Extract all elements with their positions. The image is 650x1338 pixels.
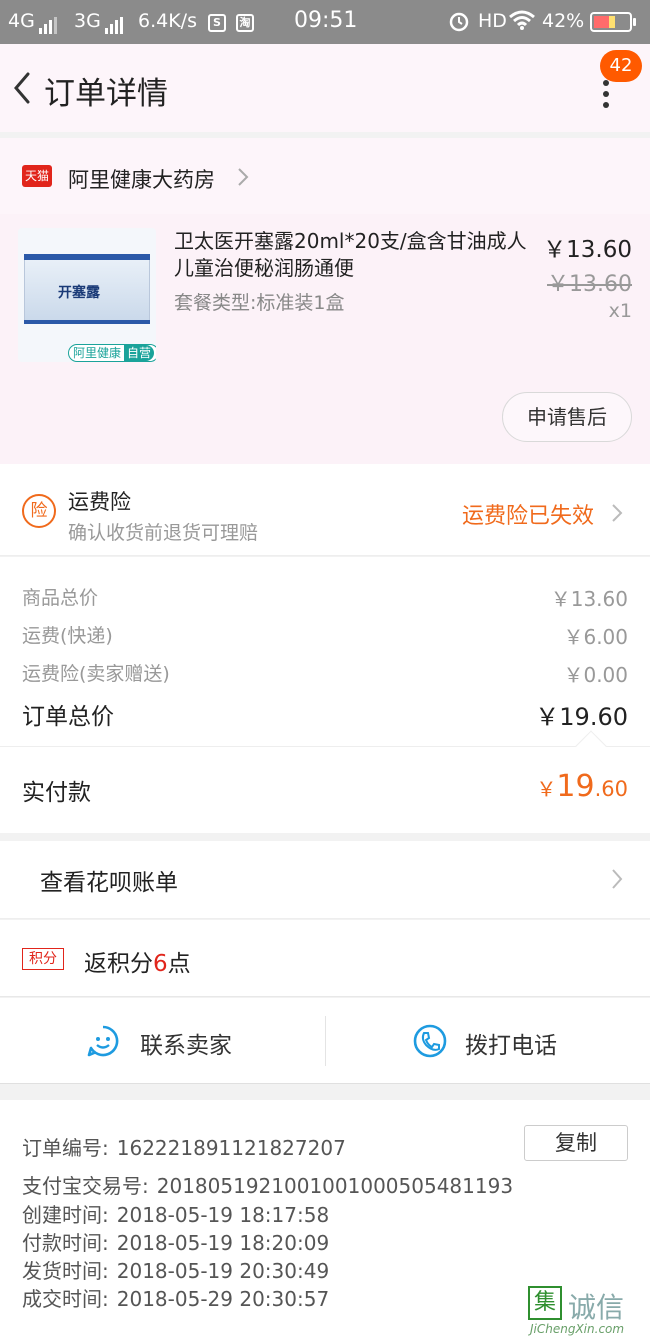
status-bar: 4G 3G 6.4K/s S 淘 09:51 HD 42%: [0, 0, 650, 44]
points-suffix: 点: [167, 951, 191, 977]
back-arrow-icon[interactable]: [10, 68, 34, 108]
huabei-bill-label[interactable]: 查看花呗账单: [40, 863, 178, 897]
page-header: 订单详情: [0, 44, 650, 132]
signal-icon: [104, 12, 125, 34]
actual-payment-label: 实付款: [22, 780, 91, 806]
created-time-row: 创建时间: 2018-05-19 18:17:58: [22, 1199, 329, 1228]
info-value: 162221891121827207: [116, 1136, 346, 1160]
info-label: 发货时间:: [22, 1259, 109, 1283]
actual-payment-row: 实付款 ￥19.60: [0, 730, 650, 833]
insurance-subtitle: 确认收货前退货可理赔: [68, 522, 259, 544]
chevron-right-icon[interactable]: [610, 502, 624, 524]
self-operated-tag-label: 阿里健康: [73, 346, 122, 360]
call-phone-label[interactable]: 拨打电话: [465, 1026, 557, 1060]
info-label: 订单编号:: [22, 1136, 109, 1160]
sync-icon: S: [208, 10, 226, 32]
product-item[interactable]: 开塞露 阿里健康 自营 卫太医开塞露20ml*20支/盒含甘油成人儿童治便秘润肠通…: [0, 214, 650, 464]
chevron-right-icon[interactable]: [236, 166, 250, 188]
watermark-logo: 集 诚信 JiChengXin.com: [528, 1286, 646, 1338]
chevron-right-icon[interactable]: [610, 867, 624, 891]
alipay-trade-row: 支付宝交易号: 2018051921001001000505481193: [22, 1170, 513, 1199]
points-row: 积分 返积分6点: [0, 920, 650, 997]
watermark-text: 诚信: [568, 1291, 625, 1324]
summary-label: 运费(快递): [22, 625, 113, 647]
info-value: 2018-05-19 20:30:49: [116, 1259, 330, 1283]
chat-icon: [87, 1025, 119, 1057]
network-3g: 3G: [74, 10, 125, 34]
info-value: 2018-05-19 18:20:09: [116, 1231, 330, 1255]
network-4g: 4G: [8, 10, 59, 34]
alarm-icon: [448, 10, 470, 37]
battery-percent: 42%: [542, 10, 585, 32]
completed-time-row: 成交时间: 2018-05-29 20:30:57: [22, 1283, 329, 1312]
page-title: 订单详情: [44, 76, 168, 112]
tmall-icon: 天猫: [22, 165, 52, 187]
amount-integer: 19: [556, 769, 595, 804]
contact-seller-button[interactable]: 联系卖家: [0, 998, 325, 1084]
paid-time-row: 付款时间: 2018-05-19 18:20:09: [22, 1227, 329, 1256]
info-value: 2018051921001001000505481193: [156, 1174, 514, 1198]
message-badge[interactable]: 42: [600, 50, 642, 82]
summary-value: ￥6.00: [563, 625, 628, 649]
huabei-bill-row[interactable]: 查看花呗账单: [0, 841, 650, 919]
battery-icon: [590, 12, 636, 32]
product-price: ￥13.60: [543, 237, 632, 263]
product-image[interactable]: 开塞露 阿里健康 自营: [18, 228, 156, 362]
order-card: 天猫 阿里健康大药房 开塞露 阿里健康 自营 卫太医开塞露20ml*20支/盒含甘…: [0, 138, 650, 464]
phone-icon: [413, 1024, 447, 1058]
contact-bar: 联系卖家 拨打电话: [0, 998, 650, 1084]
points-prefix: 返积分: [84, 951, 153, 977]
more-menu-icon[interactable]: [596, 80, 616, 120]
watermark-url: JiChengXin.com: [530, 1322, 625, 1336]
order-number-row: 订单编号: 162221891121827207: [22, 1132, 346, 1161]
insurance-icon: 险: [22, 494, 56, 528]
watermark-glyph: 集: [528, 1286, 562, 1320]
info-label: 付款时间:: [22, 1231, 109, 1255]
signal-icon: [38, 12, 59, 34]
summary-value: ￥13.60: [550, 587, 628, 611]
taobao-icon: 淘: [236, 10, 254, 32]
clock: 09:51: [294, 8, 358, 33]
insurance-status[interactable]: 运费险已失效: [462, 498, 594, 530]
currency-symbol: ￥: [536, 777, 557, 801]
order-total-value: ￥19.60: [535, 703, 628, 731]
insurance-title: 运费险: [68, 490, 131, 514]
after-sale-button[interactable]: 申请售后: [502, 392, 632, 442]
network-speed: 6.4K/s: [138, 10, 197, 32]
network-3g-label: 3G: [74, 10, 101, 32]
summary-label: 商品总价: [22, 587, 99, 609]
shipped-time-row: 发货时间: 2018-05-19 20:30:49: [22, 1255, 329, 1284]
points-text: 返积分6点: [84, 944, 191, 978]
info-label: 成交时间:: [22, 1287, 109, 1311]
contact-seller-label[interactable]: 联系卖家: [140, 1026, 232, 1060]
points-number: 6: [153, 951, 168, 977]
summary-label: 运费险(卖家赠送): [22, 663, 170, 685]
shipping-insurance-row[interactable]: 险 运费险 确认收货前退货可理赔 运费险已失效: [0, 464, 650, 556]
network-4g-label: 4G: [8, 10, 35, 32]
self-operated-tag-suffix: 自营: [124, 345, 155, 361]
product-original-price: ￥13.60: [547, 272, 632, 297]
copy-button[interactable]: 复制: [524, 1125, 628, 1161]
points-icon: 积分: [22, 948, 64, 970]
price-summary: 商品总价 ￥13.60 运费(快递) ￥6.00 运费险(卖家赠送) ￥0.00…: [0, 557, 650, 747]
wifi-icon: [508, 9, 536, 36]
actual-payment-amount: ￥19.60: [536, 769, 628, 804]
info-value: 2018-05-29 20:30:57: [116, 1287, 330, 1311]
summary-value: ￥0.00: [563, 663, 628, 687]
product-title[interactable]: 卫太医开塞露20ml*20支/盒含甘油成人儿童治便秘润肠通便: [174, 228, 534, 282]
info-value: 2018-05-19 18:17:58: [116, 1203, 330, 1227]
info-label: 创建时间:: [22, 1203, 109, 1227]
call-phone-button[interactable]: 拨打电话: [325, 998, 650, 1084]
info-label: 支付宝交易号:: [22, 1174, 149, 1198]
product-spec: 套餐类型:标准装1盒: [174, 292, 345, 314]
hd-label: HD: [478, 10, 507, 32]
product-image-label: 开塞露: [58, 285, 100, 301]
shop-name[interactable]: 阿里健康大药房: [68, 164, 215, 194]
self-operated-tag: 阿里健康 自营: [68, 344, 156, 362]
amount-decimal: .60: [594, 777, 628, 801]
order-total-label: 订单总价: [22, 704, 114, 730]
product-quantity: x1: [608, 300, 632, 322]
